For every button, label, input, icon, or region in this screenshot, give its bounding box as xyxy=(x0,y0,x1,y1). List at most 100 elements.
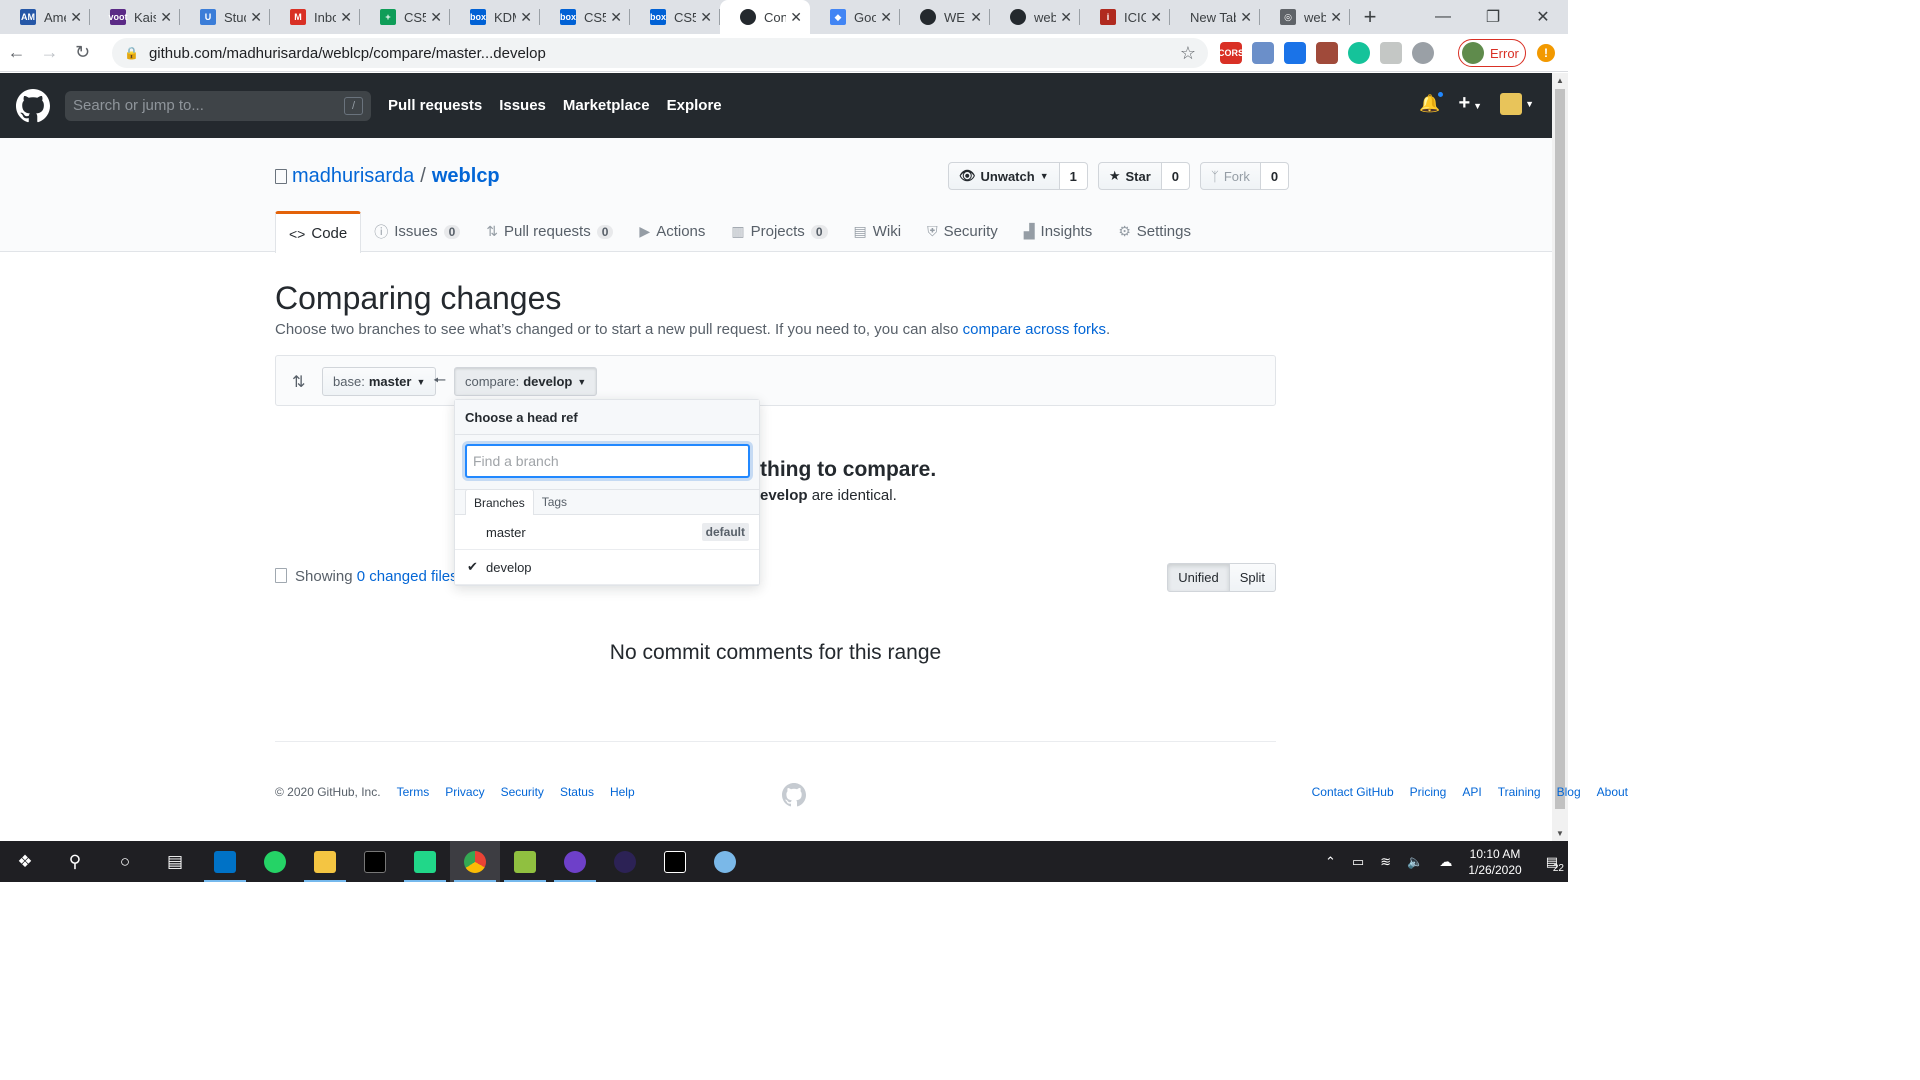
browser-tab[interactable]: Con ✕ xyxy=(720,0,810,34)
close-tab-icon[interactable]: ✕ xyxy=(700,9,712,26)
browser-tab[interactable]: M Inbo ✕ xyxy=(270,0,360,34)
browser-tab[interactable]: box CS5!✕ xyxy=(540,0,630,34)
grammarly-icon[interactable] xyxy=(1348,42,1370,64)
footer-link-blog[interactable]: Blog xyxy=(1557,785,1581,799)
close-tab-icon[interactable]: ✕ xyxy=(1150,9,1162,26)
compare-branch-select[interactable]: compare: develop ▼ xyxy=(454,367,598,396)
browser-tab[interactable]: New Tab ✕ xyxy=(1170,0,1260,34)
windows-start-icon[interactable]: ❖ xyxy=(0,841,50,882)
eclipse-icon[interactable] xyxy=(600,841,650,882)
extension-icon[interactable] xyxy=(1412,42,1434,64)
star-button[interactable]: ★ Star xyxy=(1097,162,1162,190)
browser-tab[interactable]: U Stud✕ xyxy=(180,0,270,34)
user-menu[interactable]: ▼ xyxy=(1500,92,1534,115)
outlook-icon[interactable] xyxy=(200,841,250,882)
browser-tab[interactable]: voot Kais ✕ xyxy=(90,0,180,34)
branch-item-master[interactable]: master default xyxy=(455,515,759,550)
scroll-up-icon[interactable]: ▲ xyxy=(1556,76,1564,85)
battery-icon[interactable]: ▭ xyxy=(1352,854,1364,870)
wifi-icon[interactable]: ≋ xyxy=(1380,854,1391,870)
notepad-plus-icon[interactable] xyxy=(500,841,550,882)
task-view-icon[interactable]: ▤ xyxy=(150,841,200,882)
onedrive-icon[interactable]: ☁ xyxy=(1439,854,1452,870)
compare-forks-link[interactable]: compare across forks xyxy=(963,321,1106,338)
split-view-button[interactable]: Split xyxy=(1229,563,1276,592)
puzzle-icon[interactable] xyxy=(1284,42,1306,64)
tab-tags[interactable]: Tags xyxy=(534,489,575,514)
chevron-up-icon[interactable]: ⌃ xyxy=(1325,854,1336,870)
browser-tab[interactable]: + CS5!✕ xyxy=(360,0,450,34)
reload-icon[interactable]: ↻ xyxy=(66,42,99,63)
file-explorer-icon[interactable] xyxy=(300,841,350,882)
notifications-icon[interactable]: ▤ 22 xyxy=(1546,854,1564,874)
address-bar[interactable]: 🔒 github.com/madhurisarda/weblcp/compare… xyxy=(112,38,1208,68)
close-window-icon[interactable]: ✕ xyxy=(1518,0,1568,34)
bookmark-star-icon[interactable]: ☆ xyxy=(1180,43,1196,64)
close-tab-icon[interactable]: ✕ xyxy=(1330,9,1342,26)
close-tab-icon[interactable]: ✕ xyxy=(610,9,622,26)
github-mark-icon[interactable] xyxy=(782,783,806,807)
footer-link-training[interactable]: Training xyxy=(1498,785,1541,799)
unwatch-button[interactable]: 👁 Unwatch ▼ xyxy=(948,162,1060,190)
scrollbar-thumb[interactable] xyxy=(1555,89,1565,809)
pdf-extension-icon[interactable] xyxy=(1316,42,1338,64)
footer-link-contact-github[interactable]: Contact GitHub xyxy=(1312,785,1394,799)
close-tab-icon[interactable]: ✕ xyxy=(970,9,982,26)
tab-pull-requests[interactable]: ⇅ Pull requests 0 xyxy=(473,211,626,252)
browser-tab[interactable]: AM Ame✕ xyxy=(0,0,90,34)
repo-owner-link[interactable]: madhurisarda xyxy=(292,165,414,188)
close-tab-icon[interactable]: ✕ xyxy=(430,9,442,26)
tab-code[interactable]: <> Code xyxy=(275,211,362,253)
maximize-icon[interactable]: ❐ xyxy=(1468,0,1518,34)
unified-view-button[interactable]: Unified xyxy=(1167,563,1230,592)
branch-item-develop[interactable]: ✔ develop xyxy=(455,550,759,585)
browser-tab[interactable]: ◎ web ✕ xyxy=(1260,0,1350,34)
base-branch-select[interactable]: base: master ▼ xyxy=(322,367,437,396)
find-branch-input[interactable] xyxy=(465,444,750,478)
tab-insights[interactable]: ▟ Insights xyxy=(1011,211,1105,252)
extension-icon[interactable] xyxy=(1380,42,1402,64)
browser-tab[interactable]: box CS5!✕ xyxy=(630,0,720,34)
nav-pull-requests[interactable]: Pull requests xyxy=(388,97,482,114)
tab-branches[interactable]: Branches xyxy=(465,489,534,515)
footer-link-help[interactable]: Help xyxy=(610,785,635,799)
clock[interactable]: 10:10 AM 1/26/2020 xyxy=(1468,846,1521,878)
footer-link-security[interactable]: Security xyxy=(501,785,544,799)
github-desktop-icon[interactable] xyxy=(550,841,600,882)
cors-extension-icon[interactable]: CORS xyxy=(1218,42,1244,64)
footer-link-pricing[interactable]: Pricing xyxy=(1410,785,1447,799)
browser-tab[interactable]: web ✕ xyxy=(990,0,1080,34)
forward-icon[interactable]: → xyxy=(33,42,66,63)
search-input[interactable]: Search or jump to... / xyxy=(65,90,371,121)
browser-tab[interactable]: ◆ Goo ✕ xyxy=(810,0,900,34)
browser-tab[interactable]: box KDM✕ xyxy=(450,0,540,34)
tab-security[interactable]: ⛨ Security xyxy=(914,211,1011,252)
volume-icon[interactable]: 🔈 xyxy=(1407,854,1423,870)
new-tab-button[interactable]: + xyxy=(1350,0,1390,34)
cortana-icon[interactable]: ○ xyxy=(100,841,150,882)
paint-icon[interactable] xyxy=(700,841,750,882)
close-tab-icon[interactable]: ✕ xyxy=(790,9,802,26)
stargazers-count[interactable]: 0 xyxy=(1161,162,1191,190)
close-tab-icon[interactable]: ✕ xyxy=(340,9,352,26)
close-tab-icon[interactable]: ✕ xyxy=(160,9,172,26)
fork-button[interactable]: ᛉ Fork xyxy=(1200,162,1261,190)
profile-error-button[interactable]: Error xyxy=(1458,39,1526,67)
minimize-icon[interactable]: — xyxy=(1418,0,1468,34)
forks-count[interactable]: 0 xyxy=(1260,162,1290,190)
footer-link-privacy[interactable]: Privacy xyxy=(445,785,484,799)
extension-icon[interactable] xyxy=(1252,42,1274,64)
watchers-count[interactable]: 1 xyxy=(1059,162,1088,190)
chrome-icon[interactable] xyxy=(450,841,500,882)
notifications-bell-icon[interactable]: 🔔 xyxy=(1419,89,1446,114)
create-new-menu[interactable]: + ▼ xyxy=(1458,92,1482,115)
nav-marketplace[interactable]: Marketplace xyxy=(563,97,650,114)
close-tab-icon[interactable]: ✕ xyxy=(1240,9,1252,26)
close-tab-icon[interactable]: ✕ xyxy=(70,9,82,26)
footer-link-status[interactable]: Status xyxy=(560,785,594,799)
tab-settings[interactable]: ⚙ Settings xyxy=(1105,211,1204,252)
tab-wiki[interactable]: ▤ Wiki xyxy=(841,211,915,252)
footer-link-terms[interactable]: Terms xyxy=(397,785,430,799)
tab-projects[interactable]: ▥ Projects 0 xyxy=(718,211,840,252)
lock-icon[interactable]: 🔒 xyxy=(124,46,139,60)
